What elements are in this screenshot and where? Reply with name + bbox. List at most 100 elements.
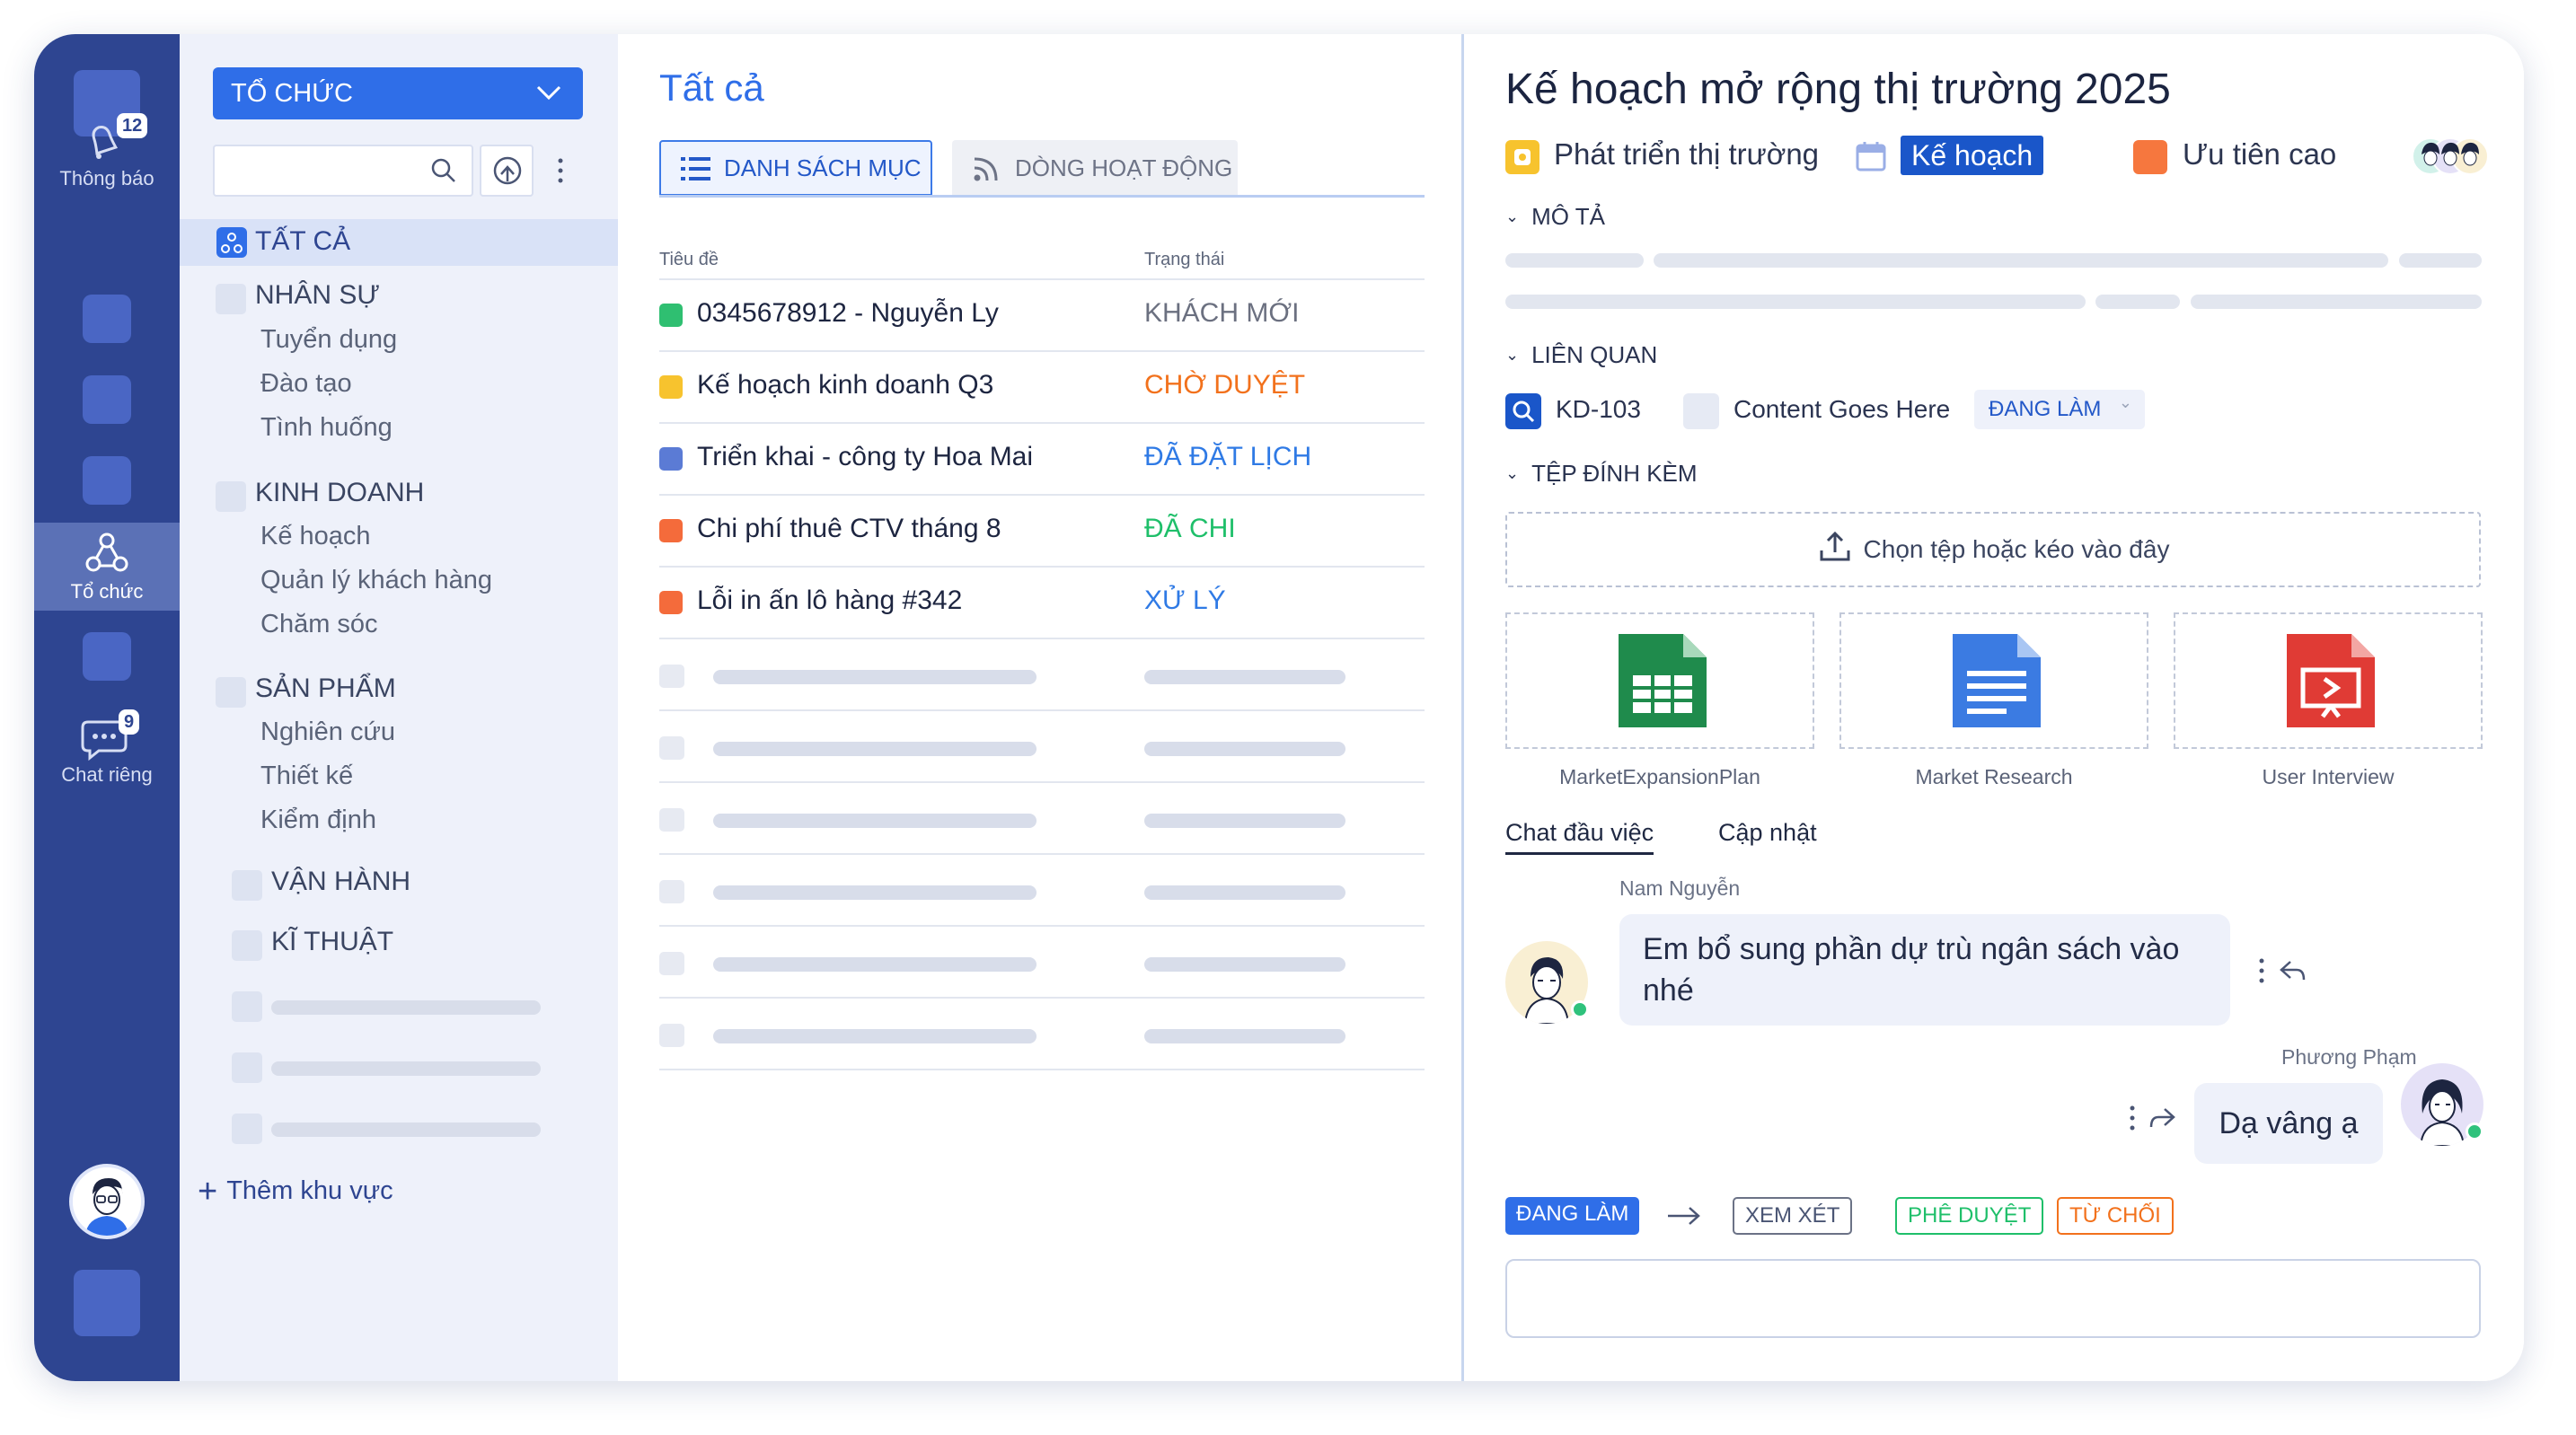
org-dropdown-label: TỔ CHỨC — [231, 79, 353, 108]
list-item-status: ĐÃ ĐẶT LỊCH — [1144, 442, 1312, 471]
rail-private-chat[interactable]: 9 Chat riêng — [34, 706, 180, 787]
list-item-status: KHÁCH MỚI — [1144, 298, 1300, 328]
workflow-reject-button[interactable]: TỪ CHỐI — [2057, 1197, 2174, 1235]
sidebar-item-quan-ly-khach-hang[interactable]: Quản lý khách hàng — [260, 566, 492, 595]
sidebar-item-ke-hoach[interactable]: Kế hoạch — [260, 522, 371, 551]
related-name: Content Goes Here — [1734, 395, 1951, 423]
section-related-header[interactable]: ⌄ LIÊN QUAN — [1505, 341, 1657, 369]
rail-item-placeholder[interactable] — [83, 375, 131, 424]
rail-item-placeholder[interactable] — [83, 632, 131, 681]
tab-task-chat[interactable]: Chat đầu việc — [1505, 819, 1654, 855]
organization-icon — [85, 533, 128, 572]
rail-bottom-placeholder[interactable] — [74, 1270, 140, 1336]
message-bubble[interactable]: Em bổ sung phần dự trù ngân sách vào nhé — [1619, 914, 2230, 1026]
add-area-button[interactable]: + Thêm khu vực — [198, 1173, 393, 1211]
vertical-dots-icon[interactable] — [2257, 957, 2266, 984]
rail-organization[interactable]: Tổ chức — [34, 523, 180, 611]
category-label[interactable]: Phát triển thị trường — [1554, 137, 1819, 172]
assignees-avatars[interactable] — [2412, 135, 2489, 180]
reply-icon[interactable] — [2279, 958, 2307, 983]
placeholder-checkbox — [659, 736, 684, 760]
priority-label[interactable]: Ưu tiên cao — [2183, 137, 2336, 172]
detail-title: Kế hoạch mở rộng thị trường 2025 — [1505, 66, 2171, 113]
file-upload-dropzone[interactable]: Chọn tệp hoặc kéo vào đây — [1505, 512, 2481, 587]
notifications-badge: 12 — [117, 113, 148, 138]
sidebar-item-tinh-huong[interactable]: Tình huống — [260, 413, 393, 443]
sidebar-item-cham-soc[interactable]: Chăm sóc — [260, 610, 378, 639]
user-avatar[interactable] — [69, 1164, 145, 1239]
workflow-current-status[interactable]: ĐANG LÀM — [1505, 1197, 1640, 1235]
group-checkbox[interactable] — [216, 481, 246, 512]
list-item[interactable]: Kế hoạch kinh doanh Q3 CHỜ DUYỆT — [659, 352, 1425, 424]
group-checkbox[interactable] — [232, 870, 262, 901]
vertical-dots-icon — [558, 158, 563, 183]
message-bubble[interactable]: Dạ vâng ạ — [2194, 1083, 2383, 1164]
list-item-title: 0345678912 - Nguyễn Ly — [697, 298, 999, 328]
related-item[interactable]: KD-103 Content Goes Here ĐANG LÀM ⌄ — [1505, 390, 2152, 433]
file-card-market-expansion-plan[interactable] — [1505, 612, 1814, 749]
document-icon — [1953, 634, 2041, 727]
list-item[interactable]: 0345678912 - Nguyễn Ly KHÁCH MỚI — [659, 280, 1425, 352]
upload-cloud-icon — [493, 156, 522, 185]
org-dropdown[interactable]: TỔ CHỨC — [213, 67, 583, 119]
search-task-icon — [1505, 393, 1541, 429]
placeholder-line — [713, 885, 1037, 900]
column-header-status: Trạng thái — [1144, 250, 1225, 269]
placeholder-checkbox — [659, 1024, 684, 1047]
all-areas-icon — [216, 227, 247, 258]
sidebar-item-nghien-cuu[interactable]: Nghiên cứu — [260, 718, 395, 747]
file-name-market-expansion-plan: MarketExpansionPlan — [1559, 765, 1760, 788]
rail-item-placeholder[interactable] — [83, 295, 131, 343]
related-status-dropdown[interactable]: ĐANG LÀM ⌄ — [1974, 390, 2145, 429]
notifications-label: Thông báo — [59, 167, 154, 189]
tab-updates[interactable]: Cập nhật — [1718, 819, 1817, 847]
sidebar-item-tuyen-dung[interactable]: Tuyển dụng — [260, 325, 397, 355]
section-description-header[interactable]: ⌄ MÔ TẢ — [1505, 203, 1605, 231]
item-detail-panel: Kế hoạch mở rộng thị trường 2025 Phát tr… — [1467, 34, 2524, 1381]
list-item[interactable]: Lỗi in ấn lô hàng #342 XỬ LÝ — [659, 568, 1425, 639]
calendar-icon — [1856, 142, 1886, 172]
list-item[interactable]: Chi phí thuê CTV tháng 8 ĐÃ CHI — [659, 496, 1425, 568]
file-card-user-interview[interactable] — [2174, 612, 2483, 749]
sidebar-item-all[interactable]: TẤT CẢ — [180, 219, 618, 266]
category-icon — [1505, 140, 1539, 174]
workflow-review-button[interactable]: XEM XÉT — [1733, 1197, 1853, 1235]
message-composer-input[interactable] — [1505, 1259, 2481, 1338]
chat-badge: 9 — [119, 709, 140, 735]
sidebar-group-van-hanh[interactable]: VẬN HÀNH — [271, 867, 410, 897]
group-checkbox[interactable] — [216, 284, 246, 314]
group-checkbox[interactable] — [232, 930, 262, 961]
rename-button[interactable] — [480, 145, 534, 197]
vertical-dots-icon[interactable] — [2128, 1105, 2137, 1131]
sidebar-group-san-pham[interactable]: SẢN PHẨM — [255, 673, 396, 704]
tab-item-list[interactable]: DANH SÁCH MỤC — [659, 140, 932, 196]
description-placeholder — [1505, 295, 2086, 309]
sidebar-group-nhan-su[interactable]: NHÂN SỰ — [255, 280, 380, 311]
placeholder-checkbox — [659, 952, 684, 975]
sidebar-group-ki-thuat[interactable]: KĨ THUẬT — [271, 927, 393, 957]
sidebar-search-input[interactable] — [213, 145, 473, 197]
spreadsheet-icon — [1619, 634, 1707, 727]
sidebar-item-thiet-ke[interactable]: Thiết kế — [260, 762, 353, 791]
message-text: Dạ vâng ạ — [2219, 1106, 2359, 1140]
plan-tag[interactable]: Kế hoạch — [1901, 136, 2044, 175]
sidebar-item-kiem-dinh[interactable]: Kiểm định — [260, 806, 376, 835]
message-sender: Phương Phạm — [2281, 1045, 2417, 1069]
section-description-label: MÔ TẢ — [1531, 203, 1605, 230]
rail-notifications[interactable]: 12 Thông báo — [34, 111, 180, 192]
tab-activity-stream[interactable]: DÒNG HOẠT ĐỘNG — [952, 140, 1238, 196]
more-options-button[interactable] — [539, 145, 582, 197]
rail-item-placeholder[interactable] — [83, 456, 131, 505]
forward-icon[interactable] — [2148, 1105, 2176, 1131]
list-item-status: CHỜ DUYỆT — [1144, 370, 1306, 400]
group-checkbox[interactable] — [216, 677, 246, 708]
workflow-approve-button[interactable]: PHÊ DUYỆT — [1895, 1197, 2044, 1235]
item-type-icon — [659, 591, 683, 614]
sidebar-group-kinh-doanh[interactable]: KINH DOANH — [255, 478, 424, 508]
section-attachments-header[interactable]: ⌄ TỆP ĐÍNH KÈM — [1505, 460, 1698, 488]
chevron-down-icon: ⌄ — [1505, 464, 1520, 482]
description-placeholder — [2399, 253, 2482, 268]
file-card-market-research[interactable] — [1839, 612, 2148, 749]
list-item[interactable]: Triển khai - công ty Hoa Mai ĐÃ ĐẶT LỊCH — [659, 424, 1425, 496]
sidebar-item-dao-tao[interactable]: Đào tạo — [260, 369, 352, 399]
